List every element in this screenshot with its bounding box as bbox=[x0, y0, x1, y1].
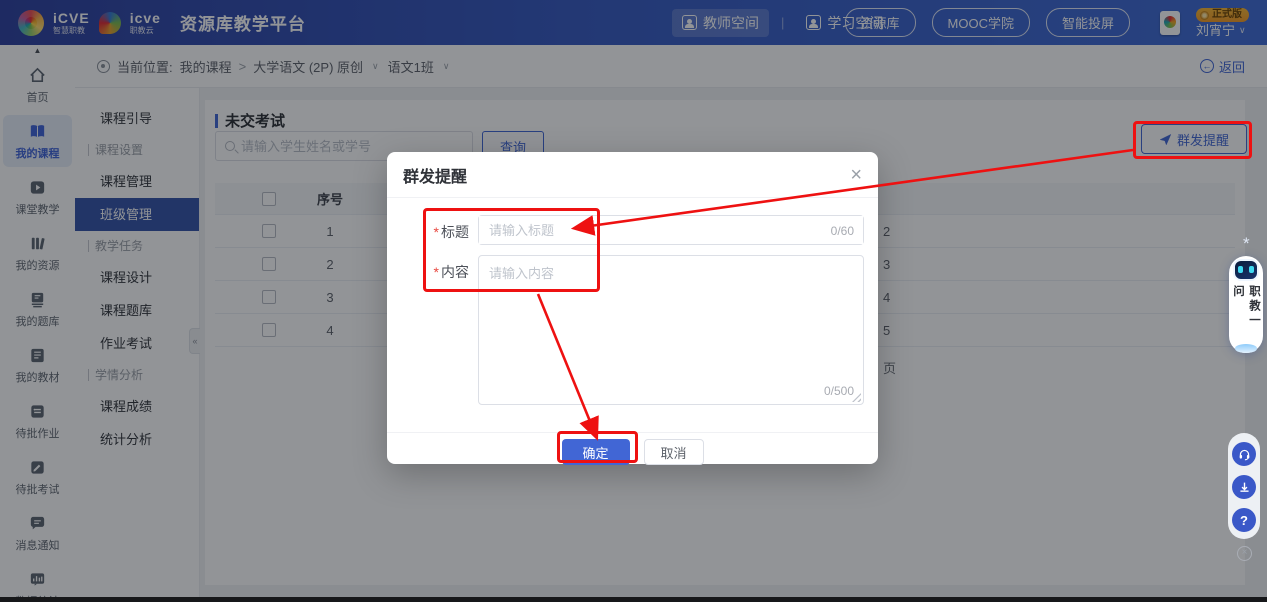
content-textarea-wrap: 0/500 bbox=[478, 255, 864, 405]
content-field-label: *内容 bbox=[405, 262, 469, 282]
assistant-label: 职教一问 bbox=[1230, 285, 1262, 341]
floating-toolbar: ? bbox=[1228, 433, 1260, 539]
mass-reminder-dialog: 群发提醒 × *标题 0/60 *内容 0/500 确定 取消 bbox=[387, 152, 878, 464]
sparkle-icon: * bbox=[1243, 234, 1250, 254]
widget-close-icon[interactable]: × bbox=[1237, 546, 1252, 561]
download-button[interactable] bbox=[1232, 475, 1256, 499]
title-char-counter: 0/60 bbox=[831, 224, 854, 238]
title-input-wrap: 0/60 bbox=[478, 215, 864, 245]
robot-icon bbox=[1233, 259, 1259, 281]
close-icon[interactable]: × bbox=[850, 165, 862, 185]
bottom-edge-bar bbox=[0, 597, 1267, 602]
app-window: iCVE 智慧职教 icve 职教云 资源库教学平台 教师空间 | 学习空间 资… bbox=[0, 0, 1267, 602]
customer-service-button[interactable] bbox=[1232, 442, 1256, 466]
help-button[interactable]: ? bbox=[1232, 508, 1256, 532]
title-field-label: *标题 bbox=[405, 222, 469, 242]
content-char-counter: 0/500 bbox=[824, 384, 854, 398]
content-textarea[interactable] bbox=[479, 256, 863, 404]
ai-assistant-widget[interactable]: 职教一问 bbox=[1229, 256, 1263, 353]
confirm-button[interactable]: 确定 bbox=[562, 439, 630, 465]
question-mark-icon: ? bbox=[1240, 513, 1248, 528]
wave-decoration bbox=[1235, 344, 1257, 353]
cloud-download-icon bbox=[1238, 481, 1251, 494]
dialog-title: 群发提醒 bbox=[403, 163, 467, 187]
title-input[interactable] bbox=[479, 216, 863, 244]
cancel-button[interactable]: 取消 bbox=[644, 439, 704, 465]
headset-icon bbox=[1238, 448, 1251, 461]
